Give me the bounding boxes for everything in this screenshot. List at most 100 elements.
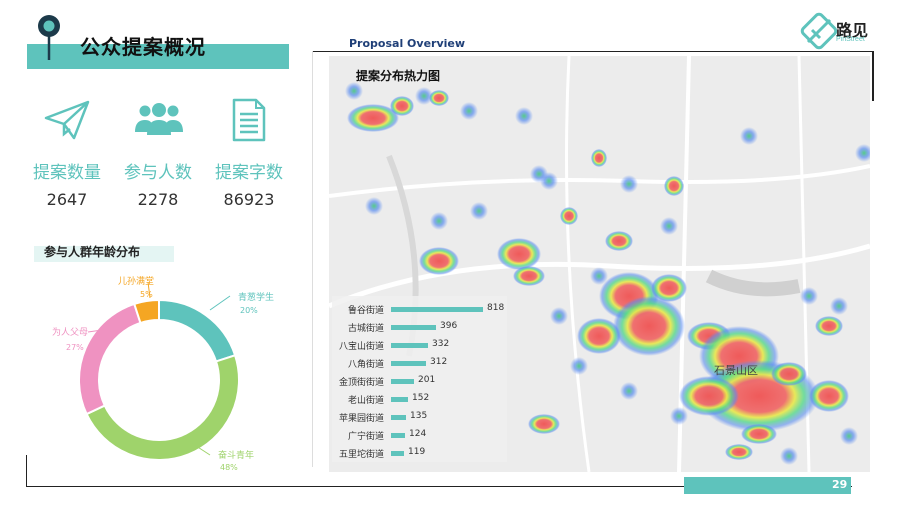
heat-blob xyxy=(591,149,607,167)
heat-blob xyxy=(651,274,687,302)
street-bar-row: 古城街道 396 xyxy=(332,318,507,336)
frame-line-left xyxy=(26,455,27,487)
logo-sub: PinStreet xyxy=(836,36,865,43)
heat-blob xyxy=(513,266,545,286)
heat-spot xyxy=(660,217,678,235)
street-value: 312 xyxy=(430,357,448,367)
street-bar-row: 老山街道 152 xyxy=(332,390,507,408)
page-number-bar xyxy=(684,477,851,494)
stat-label-participants: 参与人数 xyxy=(124,163,192,183)
stat-label-proposals: 提案数量 xyxy=(33,163,101,183)
street-bar xyxy=(391,325,436,330)
donut-label-grandparents: 儿孙满堂 xyxy=(118,275,154,287)
heat-spot xyxy=(830,297,848,315)
map-area xyxy=(705,269,801,297)
heat-spot xyxy=(470,202,488,220)
frame-line-right xyxy=(872,51,874,101)
stat-value-participants: 2278 xyxy=(137,190,179,209)
donut-percent-parents: 27% xyxy=(66,343,84,352)
donut-percent-youth: 48% xyxy=(220,463,238,472)
heat-blob xyxy=(664,176,684,196)
heat-spot xyxy=(855,144,870,162)
heat-blob xyxy=(419,247,459,275)
heat-spot xyxy=(670,407,688,425)
street-name: 广宁街道 xyxy=(347,432,384,442)
street-bar-list: 鲁谷街道 818 古城街道 396 八宝山街道 332 八角街道 312 金顶街街道 201 老山街… xyxy=(332,296,507,462)
heat-spot xyxy=(550,307,568,325)
donut-segment-1 xyxy=(85,354,240,461)
heat-blob xyxy=(725,444,753,460)
donut-percent-students: 20% xyxy=(240,306,258,315)
stat-label-words: 提案字数 xyxy=(215,163,283,183)
heat-spot xyxy=(540,172,558,190)
street-value: 135 xyxy=(410,411,428,421)
heat-blob xyxy=(497,238,541,270)
street-value: 201 xyxy=(418,375,436,385)
street-name: 老山街道 xyxy=(347,396,384,406)
street-bar xyxy=(391,397,408,402)
heat-spot xyxy=(620,382,638,400)
heat-blob xyxy=(679,376,739,416)
heat-blob xyxy=(528,414,560,434)
age-section-title: 参与人群年龄分布 xyxy=(44,245,141,259)
heat-spot xyxy=(430,212,448,230)
donut-label-parents: 为人父母 xyxy=(52,326,88,338)
heat-spot xyxy=(800,287,818,305)
street-value: 396 xyxy=(440,321,458,331)
heat-spot xyxy=(460,102,478,120)
donut-label-students: 青葱学生 xyxy=(238,291,274,303)
frame-line-top xyxy=(312,51,872,52)
street-name: 鲁谷街道 xyxy=(347,306,384,316)
heat-spot xyxy=(740,127,758,145)
heat-spot xyxy=(620,175,638,193)
people-group-icon xyxy=(135,103,183,135)
street-name: 八角街道 xyxy=(347,360,384,370)
heat-spot xyxy=(365,197,383,215)
heat-blob xyxy=(809,380,849,412)
street-bar xyxy=(391,415,406,420)
heat-blob xyxy=(577,318,621,354)
street-bar-row: 苹果园街道 135 xyxy=(332,408,507,426)
heat-blob xyxy=(815,316,843,336)
donut-segment-0 xyxy=(158,298,237,363)
street-name: 五里坨街道 xyxy=(338,450,384,460)
heat-spot xyxy=(345,82,363,100)
map-district-label: 石景山区 xyxy=(714,364,758,377)
street-bar xyxy=(391,433,405,438)
stat-value-words: 86923 xyxy=(223,190,275,209)
street-bar xyxy=(391,451,404,456)
age-donut-chart: 青葱学生 20% 奋斗青年 48% 为人父母 27% 儿孙满堂 5% xyxy=(52,275,274,472)
stat-value-proposals: 2647 xyxy=(46,190,88,209)
street-bar xyxy=(391,379,414,384)
street-bar xyxy=(391,307,483,312)
heat-blob xyxy=(605,231,633,251)
street-value: 119 xyxy=(408,447,426,457)
donut-segments xyxy=(78,298,240,461)
donut-percent-grandparents: 5% xyxy=(140,290,153,299)
street-bar xyxy=(391,361,426,366)
street-name: 金顶街街道 xyxy=(338,378,384,388)
donut-segment-2 xyxy=(78,302,142,416)
page-number: 29 xyxy=(832,478,848,491)
street-bar-row: 八宝山街道 332 xyxy=(332,336,507,354)
street-name: 苹果园街道 xyxy=(338,414,384,424)
heat-blob xyxy=(429,90,449,106)
heat-blob xyxy=(771,362,807,386)
street-bar-row: 广宁街道 124 xyxy=(332,426,507,444)
page-title: 公众提案概况 xyxy=(80,35,206,59)
document-icon xyxy=(232,98,266,142)
heat-spot xyxy=(840,427,858,445)
map-pin-icon xyxy=(38,15,60,60)
street-value: 152 xyxy=(412,393,430,403)
heat-blob xyxy=(741,424,777,444)
heat-spot xyxy=(780,447,798,465)
map-title: 提案分布热力图 xyxy=(356,69,441,83)
street-name: 八宝山街道 xyxy=(338,342,384,352)
street-bar xyxy=(391,343,428,348)
heat-blob xyxy=(560,207,578,225)
street-value: 332 xyxy=(432,339,450,349)
street-bar-row: 五里坨街道 119 xyxy=(332,444,507,462)
street-bar-row: 金顶街街道 201 xyxy=(332,372,507,390)
heat-spot xyxy=(515,107,533,125)
heat-spot xyxy=(570,357,588,375)
